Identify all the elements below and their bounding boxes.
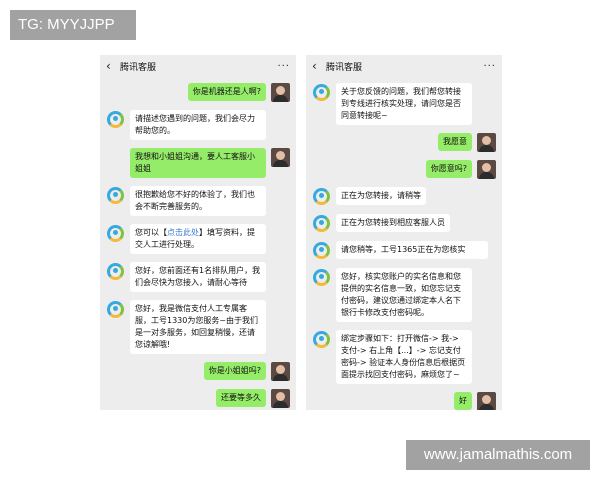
bot-message-bubble[interactable]: 绑定步骤如下：打开微信-> 我-> 支付-> 右上角【...】-> 忘记支付密码… [336,330,472,384]
more-options-icon[interactable]: ··· [483,61,496,72]
chat-header: ‹ 腾讯客服 ··· [100,55,296,77]
bot-message-bubble[interactable]: 您可以【点击此处】填写资料，提交人工进行处理。 [130,224,266,254]
message-row: 好 [312,392,496,410]
chat-screenshot-left: ‹ 腾讯客服 ··· 你是机器还是人啊? 请描述您遇到的问题，我们会尽力帮助您的… [100,55,296,410]
bot-message-bubble[interactable]: 关于您反馈的问题，我们帮您转接到专线进行核实处理，请问您是否同意转接呢~ [336,83,472,125]
user-message-bubble[interactable]: 你是机器还是人啊? [187,83,266,101]
message-row: 请您稍等，工号1365正在为您核实 [312,241,496,260]
back-arrow-icon[interactable]: ‹ [312,59,324,73]
bot-avatar[interactable] [312,268,331,287]
user-message-bubble[interactable]: 好 [454,392,472,410]
user-avatar[interactable] [271,148,290,167]
user-message-bubble[interactable]: 我愿意 [438,133,472,151]
bot-message-bubble[interactable]: 您好，核实您账户的实名信息和您提供的实名信息一致，如您忘记支付密码，建议您通过绑… [336,268,472,322]
bot-avatar[interactable] [312,214,331,233]
user-avatar[interactable] [477,133,496,152]
bot-avatar[interactable] [106,110,125,129]
message-row: 我愿意 [312,133,496,152]
user-message-bubble[interactable]: 我想和小姐姐沟通，要人工客服小姐姐 [130,148,266,178]
message-row: 您好，您前面还有1名排队用户，我们会尽快为您接入，请耐心等待 [106,262,290,292]
bot-message-bubble[interactable]: 正在为您转接到相应客服人员 [336,214,450,232]
more-options-icon[interactable]: ··· [277,61,290,72]
bot-message-bubble[interactable]: 您好，您前面还有1名排队用户，我们会尽快为您接入，请耐心等待 [130,262,266,292]
message-list: 关于您反馈的问题，我们帮您转接到专线进行核实处理，请问您是否同意转接呢~ 我愿意… [306,77,502,410]
message-row: 您可以【点击此处】填写资料，提交人工进行处理。 [106,224,290,254]
message-row: 正在为您转接到相应客服人员 [312,214,496,233]
watermark-bottom: www.jamalmathis.com [406,440,590,470]
message-row: 你是小姐姐吗? [106,362,290,381]
back-arrow-icon[interactable]: ‹ [106,59,118,73]
bot-avatar[interactable] [312,241,331,260]
message-text: 您可以【 [135,228,167,237]
bot-message-bubble[interactable]: 您好，我是微信支付人工专属客服，工号1330为您服务~由于我们是一对多服务，如回… [130,300,266,354]
message-row: 你是机器还是人啊? [106,83,290,102]
chat-screenshot-right: ‹ 腾讯客服 ··· 关于您反馈的问题，我们帮您转接到专线进行核实处理，请问您是… [306,55,502,410]
bot-avatar[interactable] [312,187,331,206]
chat-title: 腾讯客服 [326,62,363,73]
user-message-bubble[interactable]: 还要等多久 [216,389,266,407]
bot-avatar[interactable] [106,224,125,243]
message-row: 正在为您转接，请稍等 [312,187,496,206]
bot-avatar[interactable] [106,300,125,319]
user-avatar[interactable] [271,362,290,381]
message-row: 你愿意吗? [312,160,496,179]
watermark-top: TG: MYYJJPP [10,10,136,40]
message-row: 还要等多久 [106,389,290,408]
click-here-link[interactable]: 点击此处 [167,228,199,237]
message-row: 我想和小姐姐沟通，要人工客服小姐姐 [106,148,290,178]
user-avatar[interactable] [477,392,496,410]
message-row: 请描述您遇到的问题，我们会尽力帮助您的。 [106,110,290,140]
user-avatar[interactable] [271,389,290,408]
bot-avatar[interactable] [106,262,125,281]
bot-message-bubble[interactable]: 请您稍等，工号1365正在为您核实 [336,241,488,259]
bot-message-bubble[interactable]: 请描述您遇到的问题，我们会尽力帮助您的。 [130,110,266,140]
page: TG: MYYJJPP ‹ 腾讯客服 ··· 你是机器还是人啊? 请描述您遇到的… [0,0,600,480]
chat-header: ‹ 腾讯客服 ··· [306,55,502,77]
user-message-bubble[interactable]: 你是小姐姐吗? [203,362,266,380]
message-row: 很抱歉给您不好的体验了，我们也会不断完善服务的。 [106,186,290,216]
bot-message-bubble[interactable]: 正在为您转接，请稍等 [336,187,426,205]
bot-avatar[interactable] [312,83,331,102]
bot-avatar[interactable] [106,186,125,205]
message-list: 你是机器还是人啊? 请描述您遇到的问题，我们会尽力帮助您的。 我想和小姐姐沟通，… [100,77,296,408]
message-row: 您好，核实您账户的实名信息和您提供的实名信息一致，如您忘记支付密码，建议您通过绑… [312,268,496,322]
user-message-bubble[interactable]: 你愿意吗? [425,160,472,178]
message-row: 关于您反馈的问题，我们帮您转接到专线进行核实处理，请问您是否同意转接呢~ [312,83,496,125]
message-row: 绑定步骤如下：打开微信-> 我-> 支付-> 右上角【...】-> 忘记支付密码… [312,330,496,384]
user-avatar[interactable] [271,83,290,102]
user-avatar[interactable] [477,160,496,179]
chat-title: 腾讯客服 [120,62,157,73]
bot-avatar[interactable] [312,330,331,349]
message-row: 您好，我是微信支付人工专属客服，工号1330为您服务~由于我们是一对多服务，如回… [106,300,290,354]
bot-message-bubble[interactable]: 很抱歉给您不好的体验了，我们也会不断完善服务的。 [130,186,266,216]
